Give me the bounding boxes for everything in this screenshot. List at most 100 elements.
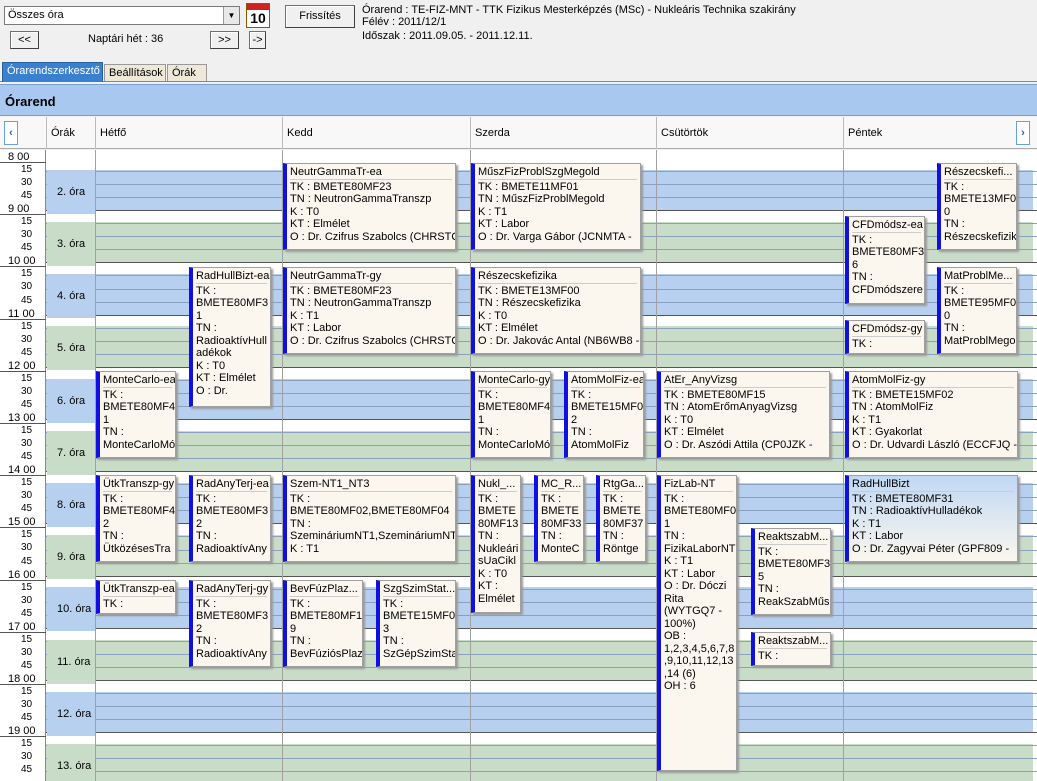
event-detail: RadioaktívAny	[196, 647, 267, 660]
event-card[interactable]: NeutrGammaTr-gy TK : BMETE80MF23 TN : Neut…	[283, 267, 456, 354]
event-detail: 1,2,3,4,5,6,7,8	[664, 642, 735, 655]
event-card[interactable]: RadAnyTerj-ea TK : BMETE80MF3 2 TN : Radioakt…	[189, 475, 271, 562]
event-detail: Nukleári	[478, 542, 519, 555]
quarter-label: 30	[21, 490, 33, 502]
event-detail: K : T1	[664, 555, 694, 567]
event-detail: MonteCarloMó	[478, 438, 551, 451]
event-detail: TN :	[383, 635, 404, 647]
event-detail: K : T0	[664, 413, 694, 426]
event-detail: MonteCarloMó	[103, 438, 176, 451]
chevron-down-icon[interactable]: ▼	[223, 7, 239, 24]
event-detail: BMETE80MF3	[852, 246, 925, 258]
refresh-button[interactable]: Frissítés	[285, 5, 355, 28]
event-title: ReaktszabM...	[758, 531, 829, 545]
time-column: 8 00 15 30 45 9 00 15 30 45 10 00 15 30 45 11 00 15 30…	[0, 150, 46, 781]
event-card[interactable]: Szem-NT1_NT3 TK : BMETE80MF02,BMETE80MF04 T…	[283, 475, 456, 562]
event-card[interactable]: CFDmódsz-ea TK : BMETE80MF3 6 TN : CFDmódszer…	[845, 216, 925, 304]
event-detail: BMETE13MF0	[944, 193, 1017, 205]
event-detail: Részecskefizik	[944, 230, 1017, 243]
event-title: Nukl_...	[478, 478, 517, 492]
event-detail: BMETE80MF4	[103, 401, 176, 413]
quarter-line	[46, 706, 1037, 708]
event-card[interactable]: BevFúzPlaz... TK : BMETE80MF1 9 TN : BevFúzió…	[283, 580, 363, 667]
event-card[interactable]: Nukl_... TK : BMETE 80MF13 TN : Nukleári sUaCi…	[471, 475, 521, 613]
scroll-left-icon[interactable]: ‹	[4, 121, 18, 145]
timetable-filter-combo[interactable]: Összes óra ▼	[4, 6, 240, 25]
event-card[interactable]: RadHullBizt TK : BMETE80MF31 TN : Radioakt…	[845, 475, 1018, 562]
event-detail: O : Dr. Czifrus Szabolcs (CHRSTQ	[290, 230, 456, 243]
next-week-button[interactable]: >>	[210, 31, 239, 49]
event-detail: OH : 6	[664, 680, 696, 692]
event-detail: BMETE80MF3	[196, 505, 269, 517]
scroll-right-icon[interactable]: ›	[1016, 121, 1030, 145]
ora-label: 6. óra	[47, 378, 95, 423]
quarter-label: 15	[21, 216, 33, 228]
event-card[interactable]: MonteCarlo-gy TK : BMETE80MF4 1 TN : MonteCar…	[471, 371, 551, 458]
event-card[interactable]: Részecskefizika TK : BMETE13MF00 TN : Rész…	[471, 267, 641, 354]
event-title: BevFúzPlaz...	[290, 583, 359, 597]
event-detail: TK :	[103, 492, 124, 505]
event-detail: MonteC	[541, 542, 580, 555]
ora-label: 9. óra	[47, 535, 95, 580]
event-card[interactable]: NeutrGammaTr-ea TK : BMETE80MF23 TN : Neut…	[283, 163, 456, 250]
event-detail: 80MF33	[541, 517, 582, 530]
event-detail: 100%)	[664, 617, 696, 630]
event-card[interactable]: MonteCarlo-ea TK : BMETE80MF4 1 TN : MonteCar…	[96, 371, 176, 458]
event-card[interactable]: MC_R... TK : BMETE 80MF33 TN : MonteC	[534, 475, 584, 562]
ora-label: 5. óra	[47, 326, 95, 371]
quarter-label: 45	[21, 659, 33, 671]
event-card[interactable]: ÜtkTranszp-ea TK :	[96, 580, 176, 614]
quarter-line	[46, 732, 1037, 734]
tab-classes[interactable]: Órák	[167, 64, 207, 81]
event-card[interactable]: ReaktszabM... TK :	[751, 632, 831, 666]
hour-line	[0, 475, 46, 477]
col-tuesday: Kedd	[282, 117, 470, 149]
event-detail: OB :	[664, 630, 687, 642]
quarter-label: 15	[21, 164, 33, 175]
event-card[interactable]: RtgGa... TK : BMETE 80MF37 TN : Röntge	[596, 475, 646, 562]
event-detail: KT : Elmélet	[196, 372, 256, 384]
quarter-line	[46, 758, 1037, 760]
event-card[interactable]: SzgSzimStat... TK : BMETE15MF0 3 TN : SzGépSz…	[376, 580, 456, 667]
event-card[interactable]: FizLab-NT TK : BMETE80MF0 1 TN : FizikaLaborN…	[657, 475, 737, 771]
quarter-label: 15	[21, 633, 33, 645]
ora-label: 4. óra	[47, 274, 95, 319]
event-card[interactable]: MatProblMe... TK : BMETE95MF0 0 TN : MatProbl…	[937, 267, 1017, 354]
event-title: AtomMolFiz-gy	[852, 374, 1014, 388]
event-card[interactable]: Részecskefi... TK : BMETE13MF0 0 TN : Részecs…	[937, 163, 1017, 250]
quarter-label: 15	[21, 477, 33, 489]
event-card[interactable]: CFDmódsz-gy TK :	[845, 320, 925, 354]
event-detail: K : T1	[290, 309, 320, 322]
col-thursday: Csütörtök	[656, 117, 843, 149]
event-card[interactable]: MűszFizProblSzgMegold TK : BMETE11MF01 TN …	[471, 163, 641, 250]
event-detail: BMETE80MF4	[478, 401, 551, 413]
event-title: CFDmódsz-gy	[852, 323, 923, 337]
col-wednesday: Szerda	[470, 117, 656, 149]
event-card[interactable]: AtomMolFiz-ea TK : BMETE15MF0 2 TN : AtomMolF…	[564, 371, 644, 458]
tab-settings[interactable]: Beállítások	[104, 64, 166, 81]
event-detail: TN :	[944, 218, 965, 230]
event-detail: BMETE80MF0	[664, 505, 737, 517]
hour-line	[0, 631, 46, 633]
day-divider	[843, 150, 844, 781]
event-detail: TK : BMETE80MF23	[290, 180, 392, 193]
quarter-line	[46, 471, 1037, 473]
event-title: CFDmódsz-ea	[852, 219, 923, 233]
event-title: MatProblMe...	[944, 270, 1013, 284]
event-card[interactable]: RadAnyTerj-gy TK : BMETE80MF3 2 TN : Radioakt…	[189, 580, 271, 667]
prev-week-button[interactable]: <<	[10, 31, 39, 49]
event-detail: Rita	[664, 592, 684, 605]
quarter-label: 45	[21, 503, 33, 515]
quarter-label: 30	[21, 646, 33, 658]
event-detail: TN :	[478, 530, 499, 542]
event-card[interactable]: RadHullBizt-ea TK : BMETE80MF3 1 TN : Radioak…	[189, 267, 271, 407]
jump-button[interactable]: ->	[249, 31, 266, 49]
calendar-icon[interactable]: 10	[246, 3, 270, 28]
event-card[interactable]: ReaktszabM... TK : BMETE80MF3 5 TN : ReakSzab…	[751, 528, 831, 615]
event-detail: KT : Labor	[664, 567, 716, 580]
event-card[interactable]: ÜtkTranszp-gy TK : BMETE80MF4 2 TN : Ütközése…	[96, 475, 176, 562]
event-card[interactable]: AtomMolFiz-gy TK : BMETE15MF02 TN : AtomMo…	[845, 371, 1018, 458]
quarter-label: 30	[21, 542, 33, 554]
event-card[interactable]: AtEr_AnyVizsg TK : BMETE80MF15 TN : AtomEr…	[657, 371, 830, 458]
tab-timetable-editor[interactable]: Órarendszerkesztő	[2, 62, 103, 82]
